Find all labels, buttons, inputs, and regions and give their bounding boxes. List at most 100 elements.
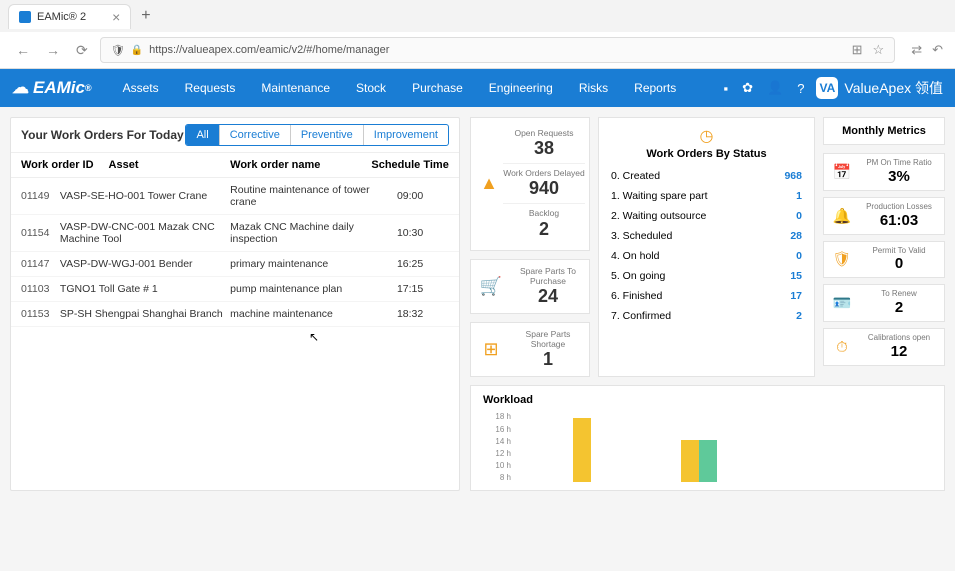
header-actions: ▪ ✿ 👤 ? [723, 80, 804, 96]
user-icon[interactable]: 👤 [767, 80, 783, 96]
metric-value: 3% [861, 168, 937, 185]
status-value: 0 [796, 250, 802, 262]
bar-a1 [573, 418, 591, 482]
right-column: ▲ Open Requests 38 Work Orders Delayed 9… [470, 117, 945, 491]
tab-close-icon[interactable]: × [112, 9, 120, 25]
cell-time: 17:15 [371, 283, 449, 295]
url-text: https://valueapex.com/eamic/v2/#/home/ma… [149, 44, 389, 56]
bar-group-1 [573, 418, 591, 482]
cell-id: 01149 [21, 190, 60, 202]
workload-title: Workload [483, 394, 932, 406]
kpi-stack-1: ▲ Open Requests 38 Work Orders Delayed 9… [470, 117, 590, 251]
nav-requests[interactable]: Requests [172, 71, 249, 105]
status-label: 6. Finished [611, 290, 662, 302]
status-row[interactable]: 7. Confirmed2 [611, 306, 802, 326]
metric-icon: 🔔 [831, 205, 853, 227]
kpi-column-1: ▲ Open Requests 38 Work Orders Delayed 9… [470, 117, 590, 377]
cell-time: 10:30 [371, 227, 449, 239]
nav-stock[interactable]: Stock [343, 71, 399, 105]
metric-label: Production Losses [861, 203, 937, 212]
nav-purchase[interactable]: Purchase [399, 71, 476, 105]
metric-icon: 🪪 [831, 292, 853, 314]
status-value: 17 [790, 290, 802, 302]
calculator-icon: ⊞ [477, 336, 505, 364]
cloud-icon: ☁ [12, 78, 29, 98]
tab-improvement[interactable]: Improvement [363, 125, 448, 145]
browser-chrome: EAMic® 2 × + ← → ⟳ 🛡 🔒 https://valueapex… [0, 0, 955, 69]
status-row[interactable]: 2. Waiting outsource0 [611, 206, 802, 226]
metric-label: To Renew [861, 290, 937, 299]
cell-name: machine maintenance [230, 308, 371, 320]
cell-name: Mazak CNC Machine daily inspection [230, 221, 371, 245]
browser-tab[interactable]: EAMic® 2 × [8, 4, 131, 29]
metric-icon: 🛡 [831, 248, 853, 270]
status-row[interactable]: 3. Scheduled 28 [611, 226, 802, 246]
qr-icon[interactable]: ⊞ [852, 42, 863, 58]
address-bar[interactable]: 🛡 🔒 https://valueapex.com/eamic/v2/#/hom… [100, 37, 895, 63]
cell-id: 01103 [21, 283, 60, 295]
back-button[interactable]: ← [12, 40, 34, 60]
status-value: 15 [790, 270, 802, 282]
table-row[interactable]: 01149VASP-SE-HO-001 Tower CraneRoutine m… [11, 178, 459, 215]
metric-box[interactable]: 🛡Permit To Valid0 [823, 241, 945, 279]
status-row[interactable]: 4. On hold0 [611, 246, 802, 266]
metric-box[interactable]: 📅PM On Time Ratio3% [823, 153, 945, 191]
nav-assets[interactable]: Assets [110, 71, 172, 105]
table-row[interactable]: 01103TGNO1 Toll Gate # 1pump maintenance… [11, 277, 459, 302]
settings-icon[interactable]: ✿ [742, 80, 753, 96]
star-icon[interactable]: ☆ [873, 42, 885, 58]
nav-maintenance[interactable]: Maintenance [248, 71, 343, 105]
status-label: 3. Scheduled [611, 230, 672, 242]
kpi-spare-shortage-label: Spare Parts Shortage [513, 329, 583, 349]
col-name: Work order name [230, 159, 371, 171]
col-asset: Asset [109, 159, 231, 171]
cart-icon: 🛒 [477, 272, 505, 300]
cell-time: 09:00 [371, 190, 449, 202]
nav-engineering[interactable]: Engineering [476, 71, 566, 105]
status-row[interactable]: 5. On going15 [611, 266, 802, 286]
top-kpi-row: ▲ Open Requests 38 Work Orders Delayed 9… [470, 117, 945, 377]
kpi-spare-purchase: 🛒 Spare Parts To Purchase 24 [470, 259, 590, 314]
forward-button[interactable]: → [42, 40, 64, 60]
col-id: Work order ID [21, 159, 109, 171]
undo-icon[interactable]: ↶ [932, 42, 943, 58]
y-tick: 18 h [483, 412, 511, 421]
favicon [19, 11, 31, 23]
swap-icon[interactable]: ⇄ [911, 42, 922, 58]
metric-label: Permit To Valid [861, 247, 937, 256]
tab-corrective[interactable]: Corrective [219, 125, 290, 145]
chat-icon[interactable]: ▪ [723, 81, 728, 96]
status-value: 28 [790, 230, 802, 242]
help-icon[interactable]: ? [797, 81, 804, 96]
cell-name: primary maintenance [230, 258, 371, 270]
table-row[interactable]: 01153SP-SH Shengpai Shanghai Branchmachi… [11, 302, 459, 327]
kpi-spare-shortage: ⊞ Spare Parts Shortage 1 [470, 322, 590, 377]
status-row[interactable]: 1. Waiting spare part1 [611, 186, 802, 206]
lock-icon: 🔒 [131, 45, 143, 56]
app-header: ☁ EAMic® Assets Requests Maintenance Sto… [0, 69, 955, 107]
table-row[interactable]: 01154VASP-DW-CNC-001 Mazak CNC Machine T… [11, 215, 459, 252]
status-row[interactable]: 6. Finished 17 [611, 286, 802, 306]
tab-preventive[interactable]: Preventive [290, 125, 363, 145]
metrics-title: Monthly Metrics [823, 117, 945, 145]
app-logo[interactable]: ☁ EAMic® [12, 78, 92, 98]
metric-box[interactable]: 🪪To Renew2 [823, 284, 945, 322]
nav-risks[interactable]: Risks [566, 71, 621, 105]
table-header: Work order ID Asset Work order name Sche… [11, 153, 459, 178]
status-value: 968 [784, 170, 802, 182]
brand-right[interactable]: VA ValueApex 领值 [816, 77, 943, 99]
work-orders-title: Your Work Orders For Today [21, 128, 185, 142]
col-time: Schedule Time [371, 159, 449, 171]
metric-box[interactable]: ⏱Calibrations open12 [823, 328, 945, 366]
reload-button[interactable]: ⟳ [72, 40, 92, 61]
table-row[interactable]: 01147VASP-DW-WGJ-001 Benderprimary maint… [11, 252, 459, 277]
warning-icon: ▲ [475, 170, 503, 198]
kpi-spare-purchase-label: Spare Parts To Purchase [513, 266, 583, 286]
metric-box[interactable]: 🔔Production Losses61:03 [823, 197, 945, 235]
cell-name: pump maintenance plan [230, 283, 371, 295]
new-tab-button[interactable]: + [141, 7, 150, 25]
tab-all[interactable]: All [186, 125, 218, 145]
status-row[interactable]: 0. Created968 [611, 166, 802, 186]
kpi-delayed-val: 940 [503, 178, 585, 199]
nav-reports[interactable]: Reports [621, 71, 689, 105]
